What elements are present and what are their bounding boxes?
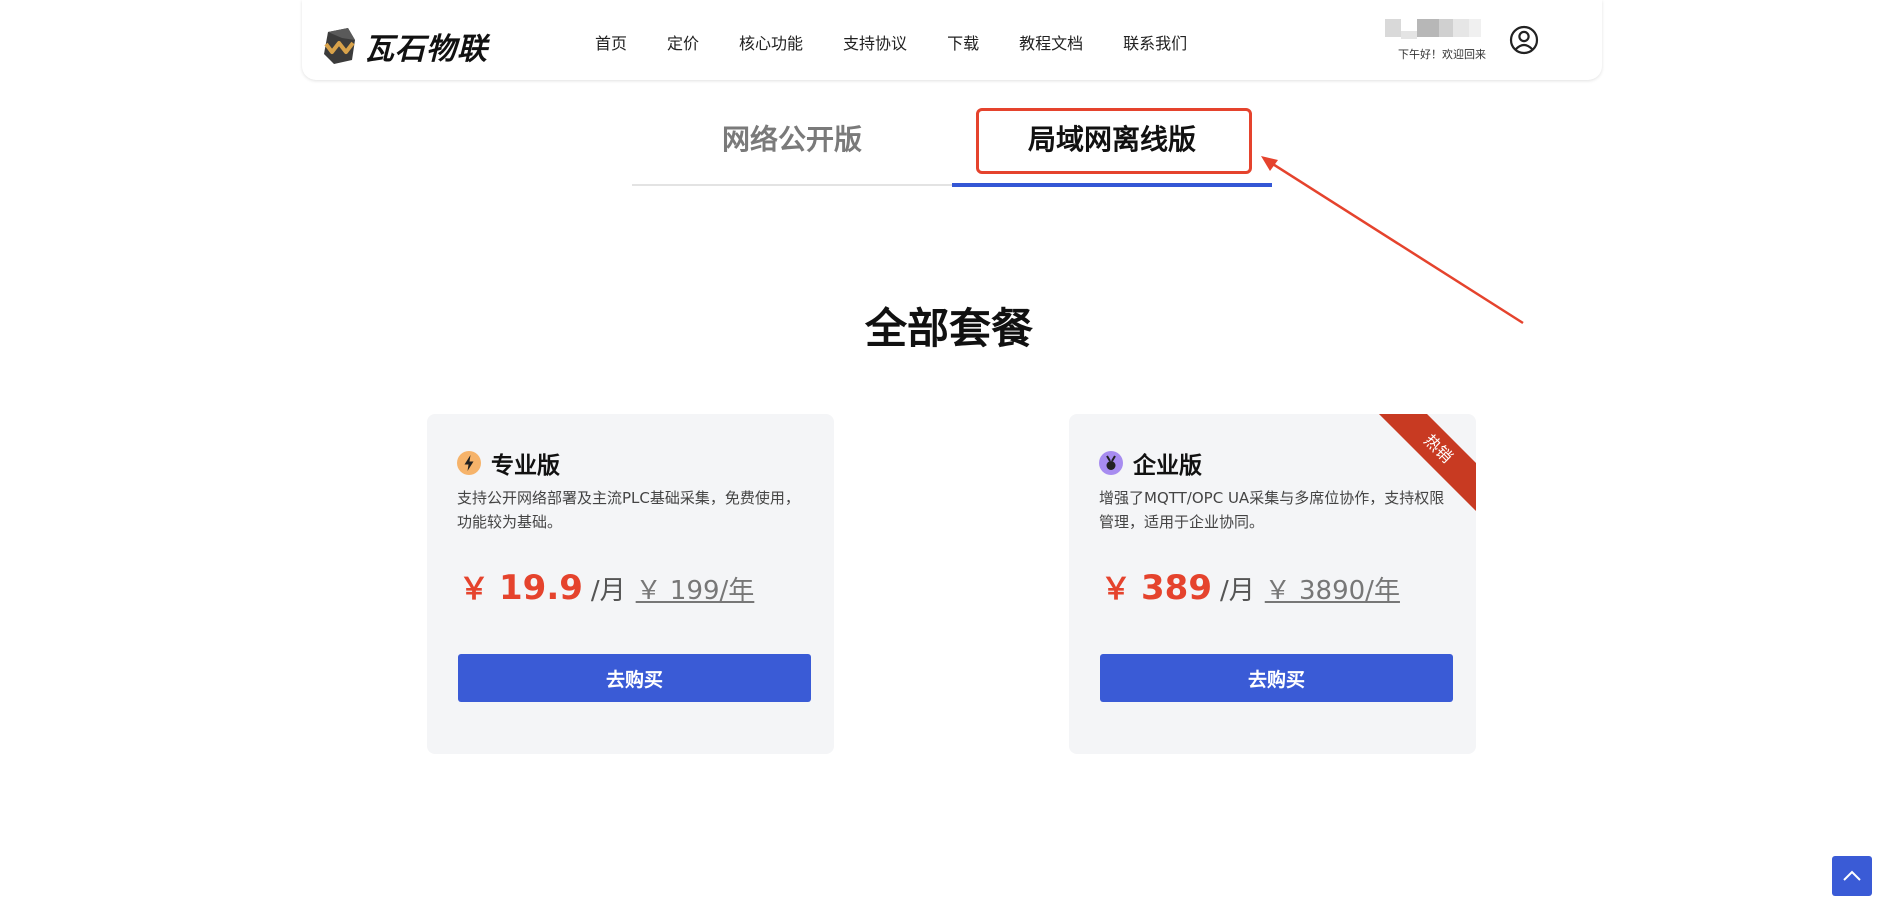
brand-name: 瓦石物联 [364,32,488,67]
back-to-top-button[interactable] [1832,856,1872,896]
brand-logo[interactable]: 瓦石物联 [322,24,488,68]
nav-item-contact[interactable]: 联系我们 [1123,30,1187,54]
top-header: 瓦石物联 首页 定价 核心功能 支持协议 下载 教程文档 联系我们 下午好！欢迎… [302,0,1602,80]
plan-description: 增强了MQTT/OPC UA采集与多席位协作，支持权限管理，适用于企业协同。 [1099,489,1445,531]
price-currency: ￥ [459,572,489,607]
greeting-text: 下午好！欢迎回来 [1398,48,1486,61]
plan-card-enterprise: 热销 企业版 增强了MQTT/OPC UA采集与多席位协作，支持权限管理，适用于… [1069,414,1476,754]
tab-public-edition[interactable]: 网络公开版 [632,105,952,183]
nav-item-features[interactable]: 核心功能 [739,30,803,54]
medal-icon [1099,451,1123,475]
tab-active-indicator [952,183,1272,187]
section-title: 全部套餐 [864,304,1033,353]
nav-item-protocols[interactable]: 支持协议 [843,30,907,54]
main-nav: 首页 定价 核心功能 支持协议 下载 教程文档 联系我们 [595,30,1227,54]
buy-button-pro[interactable]: 去购买 [458,654,811,702]
plan-card-pro: 专业版 支持公开网络部署及主流PLC基础采集，免费使用，功能较为基础。 ￥ 19… [427,414,834,754]
plan-price: ￥ 389 /月 ￥ 3890/年 [1101,564,1400,608]
plan-price: ￥ 19.9 /月 ￥ 199/年 [459,564,754,608]
price-unit: /月 [1219,576,1255,606]
lightning-icon [457,451,481,475]
user-circle-icon[interactable] [1509,25,1539,55]
nav-item-docs[interactable]: 教程文档 [1019,30,1083,54]
price-value: 389 [1141,568,1212,608]
nav-item-download[interactable]: 下载 [947,30,979,54]
plan-header: 专业版 [457,446,560,480]
user-info[interactable]: 下午好！欢迎回来 [1382,16,1492,64]
buy-button-enterprise[interactable]: 去购买 [1100,654,1453,702]
nav-item-pricing[interactable]: 定价 [667,30,699,54]
chevron-up-icon [1843,870,1861,881]
price-yearly: ￥ 3890/年 [1264,576,1400,606]
nav-item-home[interactable]: 首页 [595,30,627,54]
price-currency: ￥ [1101,572,1131,607]
price-unit: /月 [590,576,626,606]
blurred-username [1385,19,1481,39]
plan-description: 支持公开网络部署及主流PLC基础采集，免费使用，功能较为基础。 [457,489,800,531]
price-value: 19.9 [499,568,583,608]
plan-name: 企业版 [1133,453,1202,479]
plan-name: 专业版 [491,453,560,479]
price-yearly: ￥ 199/年 [635,576,755,606]
rock-logo-icon [324,28,355,64]
plan-header: 企业版 [1099,446,1202,480]
annotation-highlight-box [976,108,1252,174]
